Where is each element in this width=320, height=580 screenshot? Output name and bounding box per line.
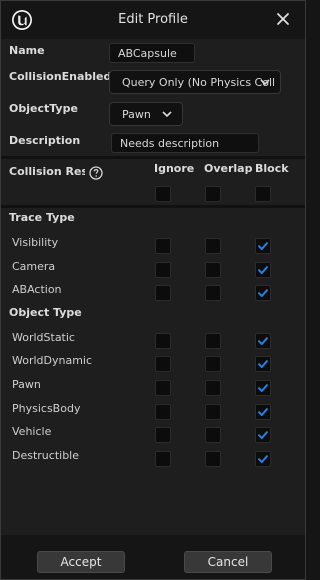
section-title: Object Type [9,305,82,319]
profile-content: Name ABCapsule CollisionEnabled Query On… [1,39,305,535]
check-icon [258,407,268,416]
overlap-checkbox[interactable] [205,427,221,444]
collision-enabled-dropdown[interactable]: Query Only (No Physics Coll [109,70,281,94]
all-ignore-checkbox[interactable] [155,186,171,202]
check-icon [258,242,268,250]
description-input[interactable]: Needs description [111,133,259,153]
check-icon [258,360,268,369]
channel-name: PhysicsBody [12,401,81,415]
collision-enabled-value: Query Only (No Physics Coll [122,76,276,89]
chevron-down-icon [162,111,172,118]
column-header-ignore: Ignore [154,162,195,175]
overlap-checkbox[interactable] [205,403,221,420]
ignore-checkbox[interactable] [155,380,171,396]
block-checkbox[interactable] [255,450,271,467]
block-checkbox[interactable] [255,238,271,254]
window-title: Edit Profile [118,12,188,27]
name-input[interactable]: ABCapsule [109,43,195,63]
separator [1,205,305,208]
column-header-block: Block [255,162,289,175]
channel-name: WorldDynamic [12,354,93,368]
channel-name: Pawn [12,378,41,391]
check-icon [258,454,268,463]
channel-name: ABAction [12,283,62,297]
section-title: Trace Type [9,211,75,224]
check-icon [258,384,268,392]
block-checkbox[interactable] [255,332,271,349]
check-icon [258,265,268,274]
description-label: Description [9,134,81,147]
name-label: Name [9,44,45,57]
chevron-down-icon [260,79,270,86]
object-type-label: ObjectType [9,102,78,115]
help-icon[interactable] [89,166,103,180]
check-icon [258,431,268,440]
block-checkbox[interactable] [255,285,271,302]
channel-name: Vehicle [12,425,52,439]
overlap-checkbox[interactable] [205,380,221,396]
overlap-checkbox[interactable] [205,356,221,373]
channel-name: Visibility [12,236,59,249]
ignore-checkbox[interactable] [155,261,171,278]
separator [1,156,305,159]
block-checkbox[interactable] [255,261,271,278]
block-checkbox[interactable] [255,356,271,373]
close-icon[interactable] [275,11,291,27]
object-type-dropdown[interactable]: Pawn [109,102,183,126]
channel-name: WorldStatic [12,330,75,344]
block-checkbox[interactable] [255,403,271,420]
overlap-checkbox[interactable] [205,238,221,254]
ignore-checkbox[interactable] [155,238,171,254]
channel-name: Camera [12,259,56,273]
all-block-checkbox[interactable] [255,186,271,202]
ignore-checkbox[interactable] [155,403,171,420]
ignore-checkbox[interactable] [155,450,171,467]
check-icon [258,336,268,345]
dialog-footer: Accept Cancel [1,535,305,579]
ignore-checkbox[interactable] [155,332,171,349]
collision-enabled-label: CollisionEnabled [9,70,112,83]
ignore-checkbox[interactable] [155,427,171,444]
ignore-checkbox[interactable] [155,356,171,373]
accept-button[interactable]: Accept [37,551,125,573]
overlap-checkbox[interactable] [205,285,221,302]
overlap-checkbox[interactable] [205,450,221,467]
check-icon [258,289,268,298]
title-bar: Edit Profile [1,1,305,39]
cancel-button[interactable]: Cancel [184,551,272,573]
channel-name: Destructible [12,448,79,462]
overlap-checkbox[interactable] [205,261,221,278]
column-header-overlap: Overlap [204,162,253,175]
collision-responses-label: Collision Respo [9,165,85,178]
edit-profile-window: Edit Profile Name ABCapsule CollisionEna… [0,0,306,580]
overlap-checkbox[interactable] [205,332,221,349]
object-type-value: Pawn [122,108,151,121]
block-checkbox[interactable] [255,427,271,444]
ignore-checkbox[interactable] [155,285,171,302]
block-checkbox[interactable] [255,380,271,396]
all-overlap-checkbox[interactable] [205,186,221,202]
